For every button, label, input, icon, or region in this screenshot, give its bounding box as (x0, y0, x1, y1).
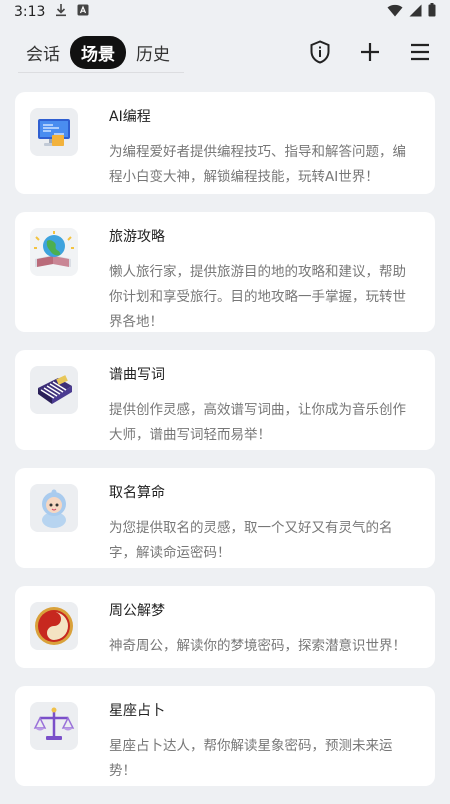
scene-card-music[interactable]: 谱曲写词 提供创作灵感，高效谱写词曲，让你成为音乐创作大师，谱曲写词轻而易举！ (15, 350, 435, 450)
scene-description: 神奇周公，解读你的梦境密码，探索潜意识世界！ (109, 638, 406, 654)
tab-group: 会话 场景 历史 (18, 36, 180, 69)
scene-title: AI编程 (109, 109, 151, 125)
baby-naming-icon (30, 484, 78, 532)
piano-icon (30, 366, 78, 414)
scene-card-travel[interactable]: 旅游攻略 懒人旅行家，提供旅游目的地的攻略和建议，帮助你计划和享受旅行。目的地攻… (15, 212, 435, 332)
tab-history[interactable]: 历史 (128, 36, 178, 69)
scene-title: 谱曲写词 (109, 367, 165, 383)
tab-conversation[interactable]: 会话 (18, 36, 68, 69)
yin-yang-icon (30, 602, 78, 650)
scene-description: 提供创作灵感，高效谱写词曲，让你成为音乐创作大师，谱曲写词轻而易举！ (109, 402, 406, 443)
app-notification-icon (77, 4, 89, 20)
scene-list: AI编程 为编程爱好者提供编程技巧、指导和解答问题，编程小白变大神，解锁编程技能… (15, 92, 435, 804)
ai-coding-icon (30, 108, 78, 156)
download-icon (55, 3, 67, 21)
status-time: 3:13 (14, 4, 46, 20)
scene-description: 懒人旅行家，提供旅游目的地的攻略和建议，帮助你计划和享受旅行。目的地攻略一手掌握… (109, 264, 406, 330)
status-bar: 3:13 (0, 0, 450, 24)
scene-card-horoscope[interactable]: 星座占卜 星座占卜达人，帮你解读星象密码，预测未来运势！ (15, 686, 435, 786)
scene-description: 为您提供取名的灵感，取一个又好又有灵气的名字，解读命运密码！ (109, 520, 393, 561)
scene-card-dream[interactable]: 周公解梦 神奇周公，解读你的梦境密码，探索潜意识世界！ (15, 586, 435, 668)
wifi-icon (387, 4, 403, 21)
tab-divider (18, 72, 184, 73)
scene-description: 星座占卜达人，帮你解读星象密码，预测未来运势！ (109, 738, 393, 779)
battery-icon (428, 3, 436, 21)
travel-globe-icon (30, 228, 78, 276)
libra-scale-icon (30, 702, 78, 750)
scene-title: 周公解梦 (109, 603, 165, 619)
top-bar: 会话 场景 历史 (0, 24, 450, 76)
cell-signal-icon (409, 4, 422, 21)
scene-title: 取名算命 (109, 485, 165, 501)
scene-description: 为编程爱好者提供编程技巧、指导和解答问题，编程小白变大神，解锁编程技能，玩转AI… (109, 144, 406, 185)
header-actions (308, 40, 432, 64)
menu-icon[interactable] (408, 40, 432, 64)
tab-scenes[interactable]: 场景 (70, 36, 126, 69)
scene-title: 星座占卜 (109, 703, 165, 719)
shield-info-icon[interactable] (308, 40, 332, 64)
plus-icon[interactable] (358, 40, 382, 64)
scene-card-ai-coding[interactable]: AI编程 为编程爱好者提供编程技巧、指导和解答问题，编程小白变大神，解锁编程技能… (15, 92, 435, 194)
scene-card-naming[interactable]: 取名算命 为您提供取名的灵感，取一个又好又有灵气的名字，解读命运密码！ (15, 468, 435, 568)
scene-title: 旅游攻略 (109, 229, 165, 245)
